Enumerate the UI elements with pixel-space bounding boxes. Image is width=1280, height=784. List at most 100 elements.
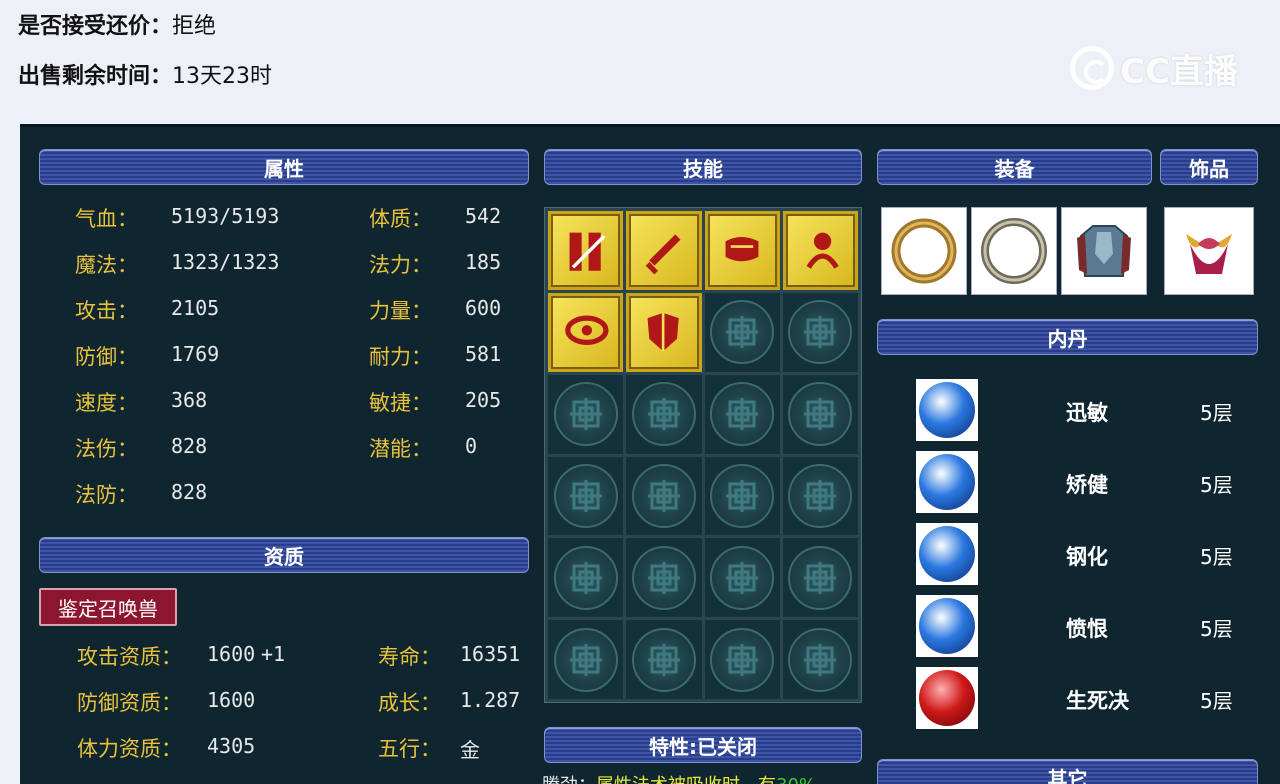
neidan-row[interactable]: 生死决 5层 — [916, 667, 1246, 731]
neidan-orb-fill — [919, 382, 975, 438]
attribute-label: 耐力： — [369, 345, 432, 369]
aptitude-label: 攻击资质： — [77, 645, 182, 669]
attribute-value: 1323/1323 — [171, 250, 280, 274]
trait-percent: 30% — [776, 775, 816, 784]
aptitude-value: 1600 — [207, 642, 256, 666]
neidan-orb-fill — [919, 670, 975, 726]
attribute-row: 体质： 542 — [369, 203, 539, 233]
attribute-row: 法力： 185 — [369, 249, 539, 279]
neidan-orb-icon — [916, 667, 978, 729]
attribute-label: 防御： — [75, 345, 138, 369]
empty-skill-slot — [626, 620, 702, 699]
skill-slot[interactable] — [626, 292, 702, 372]
trait-prefix: 腾劲： — [542, 775, 596, 784]
empty-slot-emblem-icon — [553, 545, 618, 610]
neidan-name: 钢化 — [1066, 545, 1108, 569]
neidan-orb-fill — [919, 598, 975, 654]
aptitude-row: 防御资质： 1600 — [77, 687, 337, 717]
aptitude-bonus: +1 — [261, 642, 286, 666]
empty-skill-slot — [548, 538, 624, 618]
empty-skill-slot — [782, 456, 858, 536]
empty-skill-slot — [626, 456, 702, 536]
skill-icon-4 — [785, 214, 855, 287]
accessory-header: 饰品 — [1160, 149, 1258, 185]
remaining-time-value: 13天23时 — [172, 64, 273, 89]
equipment-slot-ring-silver[interactable] — [971, 207, 1057, 295]
skill-icon-2 — [629, 214, 699, 287]
skill-grid — [544, 207, 862, 703]
attribute-row: 力量： 600 — [369, 295, 539, 325]
counter-offer-label: 是否接受还价： — [18, 14, 173, 39]
equipment-header: 装备 — [877, 149, 1152, 185]
aptitude-value: 4305 — [207, 734, 256, 758]
armor-icon — [1077, 225, 1131, 277]
aptitude-value: 1.287 — [460, 688, 521, 712]
empty-skill-slot — [548, 456, 624, 536]
attribute-label: 法防： — [75, 483, 138, 507]
neidan-name: 生死决 — [1066, 689, 1129, 713]
aptitude-value: 金 — [460, 738, 480, 762]
trait-text: 属性法术被吸收时，有 — [596, 775, 776, 784]
attribute-row: 潜能： 0 — [369, 433, 539, 463]
cc-logo-icon — [1070, 46, 1114, 90]
neidan-row[interactable]: 愤恨 5层 — [916, 595, 1246, 659]
aptitude-label: 成长： — [378, 691, 441, 715]
aptitude-value: 16351 — [460, 642, 521, 666]
skill-slot[interactable] — [704, 211, 780, 290]
equipment-slot-ring-gold[interactable] — [881, 207, 967, 295]
attribute-value: 185 — [465, 250, 502, 274]
accessory-slot[interactable] — [1164, 207, 1254, 295]
gold-ring-icon — [891, 218, 957, 284]
empty-slot-emblem-icon — [788, 463, 853, 528]
empty-slot-emblem-icon — [710, 382, 775, 447]
empty-skill-slot — [704, 456, 780, 536]
attribute-value: 1769 — [171, 342, 220, 366]
attribute-row: 气血： 5193/5193 — [75, 203, 325, 233]
neidan-level: 5层 — [1200, 473, 1233, 497]
trait-header[interactable]: 特性:已关闭 — [544, 727, 862, 763]
attribute-row: 攻击： 2105 — [75, 295, 325, 325]
attribute-label: 敏捷： — [369, 391, 432, 415]
empty-slot-emblem-icon — [631, 463, 696, 528]
skill-icon-6 — [629, 295, 699, 369]
skills-header: 技能 — [544, 149, 862, 185]
skill-slot[interactable] — [626, 211, 702, 290]
attribute-row: 耐力： 581 — [369, 341, 539, 371]
attribute-value: 581 — [465, 342, 502, 366]
neidan-orb-icon — [916, 523, 978, 585]
empty-skill-slot — [782, 292, 858, 372]
neidan-row[interactable]: 钢化 5层 — [916, 523, 1246, 587]
aptitude-label: 防御资质： — [77, 691, 182, 715]
equipment-slot-armor[interactable] — [1061, 207, 1147, 295]
attribute-value: 2105 — [171, 296, 220, 320]
attribute-value: 600 — [465, 296, 502, 320]
attribute-row: 速度： 368 — [75, 387, 325, 417]
attribute-row: 防御： 1769 — [75, 341, 325, 371]
attribute-row: 敏捷： 205 — [369, 387, 539, 417]
attributes-header: 属性 — [39, 149, 529, 185]
empty-slot-emblem-icon — [710, 463, 775, 528]
neidan-level: 5层 — [1200, 617, 1233, 641]
neidan-level: 5层 — [1200, 689, 1233, 713]
attribute-label: 魔法： — [75, 253, 138, 277]
skill-slot[interactable] — [548, 292, 624, 372]
attribute-value: 205 — [465, 388, 502, 412]
neidan-orb-icon — [916, 451, 978, 513]
attribute-value: 828 — [171, 480, 208, 504]
neidan-row[interactable]: 迅敏 5层 — [916, 379, 1246, 443]
attribute-label: 法伤： — [75, 437, 138, 461]
skill-slot[interactable] — [782, 211, 858, 290]
empty-slot-emblem-icon — [710, 545, 775, 610]
skill-icon-5 — [551, 295, 621, 369]
attribute-label: 法力： — [369, 253, 432, 277]
empty-slot-emblem-icon — [710, 300, 775, 365]
neidan-orb-fill — [919, 526, 975, 582]
attribute-value: 0 — [465, 434, 478, 458]
skill-slot[interactable] — [548, 211, 624, 290]
neidan-orb-icon — [916, 595, 978, 657]
empty-skill-slot — [626, 374, 702, 454]
neidan-row[interactable]: 矫健 5层 — [916, 451, 1246, 515]
identify-pet-button[interactable]: 鉴定召唤兽 — [39, 588, 177, 626]
skill-icon-3 — [707, 214, 777, 287]
aptitude-row: 体力资质： 4305 — [77, 733, 337, 763]
